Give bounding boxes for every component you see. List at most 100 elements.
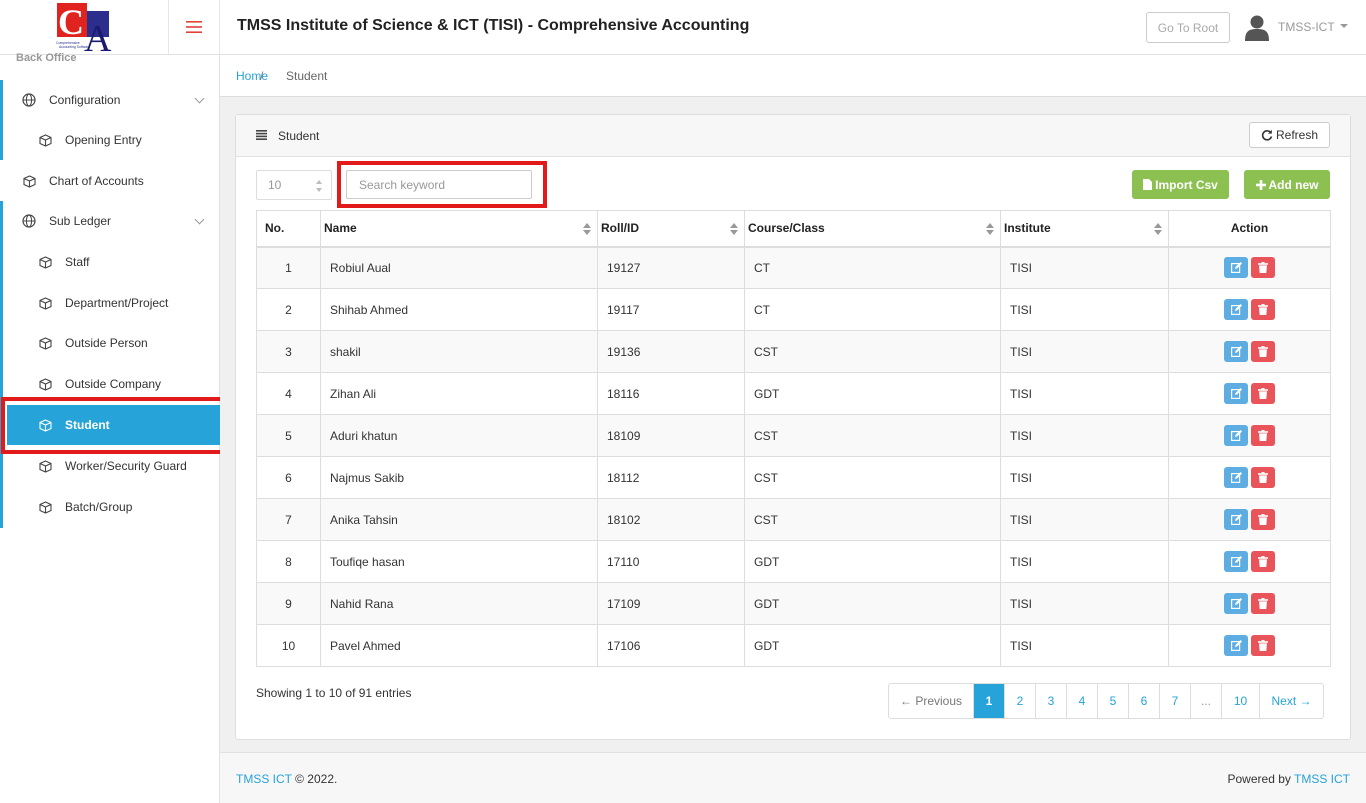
cell-course-class: GDT — [744, 624, 1001, 667]
refresh-button[interactable]: Refresh — [1249, 122, 1330, 148]
delete-button[interactable] — [1251, 341, 1275, 362]
delete-button[interactable] — [1251, 383, 1275, 404]
edit-button[interactable] — [1224, 593, 1248, 614]
table-row: 2 Shihab Ahmed 19117 CT TISI — [256, 288, 1331, 331]
add-new-button[interactable]: Add new — [1244, 170, 1330, 199]
edit-button[interactable] — [1224, 467, 1248, 488]
user-menu-name[interactable]: TMSS-ICT — [1278, 20, 1335, 34]
cell-name: Zihan Ali — [320, 372, 598, 415]
column-header-roll-id[interactable]: Roll/ID — [597, 210, 745, 248]
edit-button[interactable] — [1224, 635, 1248, 656]
table-row: 6 Najmus Sakib 18112 CST TISI — [256, 456, 1331, 499]
user-avatar-icon[interactable] — [1245, 15, 1269, 41]
cell-name: Anika Tahsin — [320, 498, 598, 541]
trash-icon — [1258, 304, 1268, 315]
cell-institute: TISI — [1000, 582, 1169, 625]
delete-button[interactable] — [1251, 551, 1275, 572]
footer-powered-label: Powered by — [1227, 772, 1294, 786]
delete-button[interactable] — [1251, 593, 1275, 614]
cubes-icon — [38, 459, 52, 473]
cell-no: 3 — [256, 330, 321, 373]
pagination-page-10[interactable]: 10 — [1221, 684, 1259, 718]
column-header-name[interactable]: Name — [320, 210, 598, 248]
pagination-next-button[interactable]: Next → — [1259, 684, 1323, 718]
edit-button[interactable] — [1224, 383, 1248, 404]
delete-button[interactable] — [1251, 635, 1275, 656]
cell-course-class: CST — [744, 414, 1001, 457]
pagination-page-2[interactable]: 2 — [1004, 684, 1035, 718]
app-logo[interactable]: C A Comprehensive Accounting Software — [54, 3, 116, 52]
cell-name: Nahid Rana — [320, 582, 598, 625]
cell-institute: TISI — [1000, 372, 1169, 415]
delete-button[interactable] — [1251, 257, 1275, 279]
cell-name: shakil — [320, 330, 598, 373]
trash-icon — [1258, 430, 1268, 441]
table-info-text: Showing 1 to 10 of 91 entries — [256, 686, 412, 700]
footer-link-left[interactable]: TMSS ICT — [236, 772, 292, 786]
student-table: No. Name Roll/ID Course/Class Institute … — [256, 210, 1331, 667]
edit-button[interactable] — [1224, 551, 1248, 572]
delete-button[interactable] — [1251, 425, 1275, 446]
footer-link-right[interactable]: TMSS ICT — [1294, 772, 1350, 786]
sidebar-section-label: Back Office — [16, 52, 77, 64]
sidebar-item-sub-ledger[interactable]: Sub Ledger — [0, 201, 219, 241]
cell-roll-id: 17110 — [597, 540, 745, 583]
pagination-page-4[interactable]: 4 — [1066, 684, 1097, 718]
sidebar-item-chart-of-accounts[interactable]: Chart of Accounts — [0, 161, 219, 201]
pagination-page-5[interactable]: 5 — [1097, 684, 1128, 718]
cell-course-class: GDT — [744, 540, 1001, 583]
pagination-page-3[interactable]: 3 — [1035, 684, 1066, 718]
caret-down-icon[interactable] — [1340, 24, 1348, 28]
table-row: 3 shakil 19136 CST TISI — [256, 330, 1331, 373]
trash-icon — [1258, 346, 1268, 357]
sidebar-item-configuration[interactable]: Configuration — [0, 80, 219, 120]
pagination-page-6[interactable]: 6 — [1128, 684, 1159, 718]
column-header-course-class[interactable]: Course/Class — [744, 210, 1001, 248]
sort-arrows-icon — [316, 180, 322, 192]
table-row: 9 Nahid Rana 17109 GDT TISI — [256, 582, 1331, 625]
cell-roll-id: 18102 — [597, 498, 745, 541]
sidebar-item-staff[interactable]: Staff — [0, 242, 219, 282]
chevron-down-icon[interactable] — [194, 214, 205, 225]
column-header-action: Action — [1168, 210, 1331, 248]
go-to-root-button[interactable]: Go To Root — [1146, 12, 1230, 43]
sidebar-item-department-project[interactable]: Department/Project — [0, 283, 219, 323]
cell-roll-id: 19117 — [597, 288, 745, 331]
cell-institute: TISI — [1000, 414, 1169, 457]
cell-roll-id: 18109 — [597, 414, 745, 457]
refresh-icon — [1261, 129, 1273, 141]
delete-button[interactable] — [1251, 299, 1275, 320]
cell-institute: TISI — [1000, 624, 1169, 667]
page-length-select[interactable]: 10 — [256, 170, 332, 200]
delete-button[interactable] — [1251, 509, 1275, 530]
cell-course-class: CST — [744, 456, 1001, 499]
cell-no: 6 — [256, 456, 321, 499]
edit-button[interactable] — [1224, 257, 1248, 279]
import-csv-button[interactable]: Import Csv — [1132, 170, 1229, 199]
sidebar-item-label: Sub Ledger — [49, 214, 112, 228]
cell-action — [1168, 540, 1331, 583]
cell-institute: TISI — [1000, 246, 1169, 289]
globe-icon — [22, 214, 36, 228]
edit-button[interactable] — [1224, 509, 1248, 530]
edit-button[interactable] — [1224, 299, 1248, 320]
edit-button[interactable] — [1224, 341, 1248, 362]
pagination-page-7[interactable]: 7 — [1159, 684, 1190, 718]
footer-powered-by: Powered by TMSS ICT — [1228, 772, 1351, 786]
edit-button[interactable] — [1224, 425, 1248, 446]
cell-action — [1168, 498, 1331, 541]
table-row: 5 Aduri khatun 18109 CST TISI — [256, 414, 1331, 457]
pagination-page-1[interactable]: 1 — [973, 684, 1004, 718]
sidebar-item-batch-group[interactable]: Batch/Group — [0, 487, 219, 527]
chevron-down-icon[interactable] — [194, 93, 205, 104]
trash-icon — [1258, 556, 1268, 567]
sidebar-item-opening-entry[interactable]: Opening Entry — [0, 120, 219, 160]
list-icon — [256, 130, 267, 140]
cell-no: 10 — [256, 624, 321, 667]
sidebar-item-outside-person[interactable]: Outside Person — [0, 323, 219, 363]
column-header-institute[interactable]: Institute — [1000, 210, 1169, 248]
pagination-previous-button[interactable]: ← Previous — [889, 684, 973, 718]
delete-button[interactable] — [1251, 467, 1275, 488]
highlight-box-search — [337, 161, 547, 208]
menu-toggle-button[interactable] — [169, 0, 220, 54]
